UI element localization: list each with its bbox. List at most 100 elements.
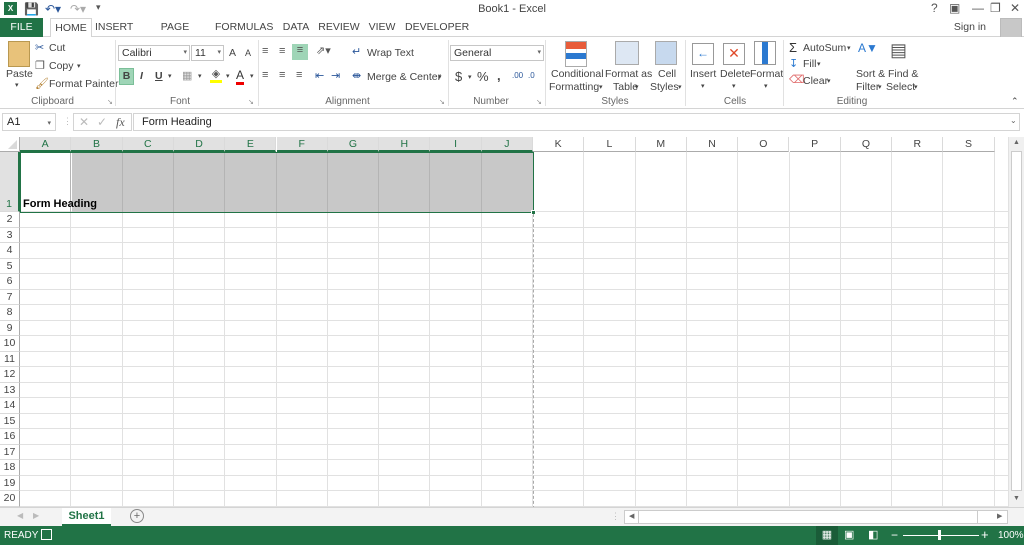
insert-function-icon[interactable]: fx	[116, 115, 125, 130]
insert-button[interactable]: Insert	[690, 68, 716, 80]
wrap-text-button[interactable]: Wrap Text	[367, 47, 414, 59]
page-layout-view-icon[interactable]: ▣	[844, 528, 854, 541]
number-launcher-icon[interactable]: ↘	[536, 98, 542, 106]
merge-center-button[interactable]: Merge & Center	[367, 71, 441, 83]
decrease-indent-icon[interactable]: ⇤	[315, 69, 324, 82]
italic-button[interactable]: I	[140, 70, 143, 82]
borders-icon[interactable]: ▦	[182, 69, 192, 82]
column-header-g[interactable]: G	[327, 137, 380, 152]
expand-formula-bar-icon[interactable]: ⌄	[1010, 116, 1017, 125]
autosum-button[interactable]: AutoSum	[803, 42, 846, 54]
align-left-icon[interactable]: ≡	[262, 69, 268, 81]
find-select-dropdown-icon[interactable]: ▾	[914, 83, 918, 91]
delete-dropdown-icon[interactable]: ▾	[732, 82, 736, 90]
vertical-scrollbar[interactable]: ▲ ▼	[1008, 137, 1024, 507]
copy-button[interactable]: Copy	[49, 60, 74, 72]
cell-styles-button[interactable]: Cell	[658, 68, 676, 80]
zoom-in-icon[interactable]: +	[981, 527, 989, 542]
column-header-h[interactable]: H	[379, 137, 431, 152]
column-header-i[interactable]: I	[430, 137, 482, 152]
format-dropdown-icon[interactable]: ▾	[764, 82, 768, 90]
column-header-l[interactable]: L	[584, 137, 636, 152]
user-avatar-icon[interactable]	[1000, 18, 1022, 38]
fill-color-icon[interactable]: ◈	[210, 67, 222, 83]
tab-page-layout[interactable]: PAGE LAYOUT	[140, 18, 210, 51]
column-header-m[interactable]: M	[635, 137, 687, 152]
formula-input[interactable]: Form Heading	[133, 113, 1020, 131]
column-header-o[interactable]: O	[738, 137, 790, 152]
paste-dropdown-icon[interactable]: ▾	[15, 81, 19, 89]
row-header-1[interactable]: 1	[0, 152, 20, 212]
font-color-button[interactable]: A	[236, 68, 245, 85]
underline-dropdown-icon[interactable]: ▾	[168, 72, 172, 80]
row-header-18[interactable]: 18	[0, 460, 20, 476]
tab-developer[interactable]: DEVELOPER	[405, 18, 469, 37]
worksheet-grid[interactable]: ABCDEFGHIJKLMNOPQRS 1 2 3 4 5 6 7 8 9 10 11 12 13 14 1…	[0, 137, 1008, 507]
row-header-3[interactable]: 3	[0, 227, 20, 243]
row-header-5[interactable]: 5	[0, 258, 20, 274]
clear-button[interactable]: Clear	[803, 75, 828, 87]
currency-button[interactable]: $	[455, 69, 462, 84]
row-header-17[interactable]: 17	[0, 444, 20, 460]
column-header-k[interactable]: K	[533, 137, 585, 152]
zoom-slider-track[interactable]	[903, 535, 979, 536]
comma-button[interactable]: ,	[497, 68, 501, 83]
shrink-font-button[interactable]: A	[245, 48, 251, 58]
find-select-button[interactable]: Find &	[888, 68, 918, 80]
row-header-9[interactable]: 9	[0, 320, 20, 336]
column-header-b[interactable]: B	[71, 137, 123, 152]
conditional-formatting-button[interactable]: Conditional	[551, 68, 604, 80]
column-header-f[interactable]: F	[276, 137, 328, 152]
format-as-table-button[interactable]: Format as	[605, 68, 652, 80]
borders-dropdown-icon[interactable]: ▾	[198, 72, 202, 80]
tab-home[interactable]: HOME	[50, 18, 92, 38]
sheet-next-icon[interactable]: ▶	[33, 511, 39, 520]
minimize-icon[interactable]: —	[972, 1, 984, 15]
percent-button[interactable]: %	[477, 69, 489, 84]
page-break-preview-icon[interactable]: ◧	[868, 528, 878, 541]
increase-indent-icon[interactable]: ⇥	[331, 69, 340, 82]
format-button[interactable]: Format	[750, 68, 783, 80]
select-all-button[interactable]	[0, 137, 20, 152]
font-size-select[interactable]: 11 ▾	[191, 45, 224, 61]
zoom-level[interactable]: 100%	[998, 530, 1024, 541]
row-header-4[interactable]: 4	[0, 243, 20, 259]
grow-font-button[interactable]: A	[229, 47, 236, 59]
decrease-decimal-icon[interactable]: .0	[528, 71, 535, 80]
collapse-ribbon-icon[interactable]: ⌃	[1011, 96, 1019, 107]
row-header-6[interactable]: 6	[0, 274, 20, 290]
orientation-icon[interactable]: ⇗▾	[316, 44, 331, 57]
row-header-16[interactable]: 16	[0, 429, 20, 445]
scroll-up-icon[interactable]: ▲	[1013, 139, 1020, 146]
cut-button[interactable]: Cut	[49, 42, 65, 54]
format-as-table-dropdown-icon[interactable]: ▾	[635, 83, 639, 91]
bold-button[interactable]: B	[119, 68, 134, 85]
insert-dropdown-icon[interactable]: ▾	[701, 82, 705, 90]
font-name-select[interactable]: Calibri ▾	[118, 45, 190, 61]
row-header-11[interactable]: 11	[0, 351, 20, 367]
fill-button[interactable]: Fill	[803, 58, 816, 70]
scroll-right-icon[interactable]: ▶	[997, 512, 1002, 520]
paste-button[interactable]: Paste	[6, 68, 33, 80]
column-header-p[interactable]: P	[789, 137, 841, 152]
cancel-icon[interactable]: ✕	[79, 115, 89, 129]
row-header-8[interactable]: 8	[0, 305, 20, 321]
row-header-14[interactable]: 14	[0, 398, 20, 414]
currency-dropdown-icon[interactable]: ▾	[468, 73, 472, 81]
horizontal-scrollbar[interactable]: ◀ ▶	[624, 510, 1008, 524]
tab-formulas[interactable]: FORMULAS	[215, 18, 273, 37]
align-top-icon[interactable]: ≡	[262, 45, 268, 57]
horizontal-scroll-thumb[interactable]	[638, 511, 978, 523]
row-header-19[interactable]: 19	[0, 475, 20, 491]
name-box[interactable]: A1 ▾	[2, 113, 56, 131]
row-header-20[interactable]: 20	[0, 491, 20, 507]
column-header-r[interactable]: R	[892, 137, 944, 152]
restore-icon[interactable]: ❐	[990, 1, 1001, 15]
zoom-slider-thumb[interactable]	[938, 530, 941, 540]
format-painter-button[interactable]: Format Painter	[49, 78, 118, 90]
tab-view[interactable]: VIEW	[366, 18, 398, 37]
row-header-7[interactable]: 7	[0, 289, 20, 305]
column-header-j[interactable]: J	[481, 137, 533, 152]
row-header-10[interactable]: 10	[0, 336, 20, 352]
autosum-dropdown-icon[interactable]: ▾	[847, 44, 851, 52]
